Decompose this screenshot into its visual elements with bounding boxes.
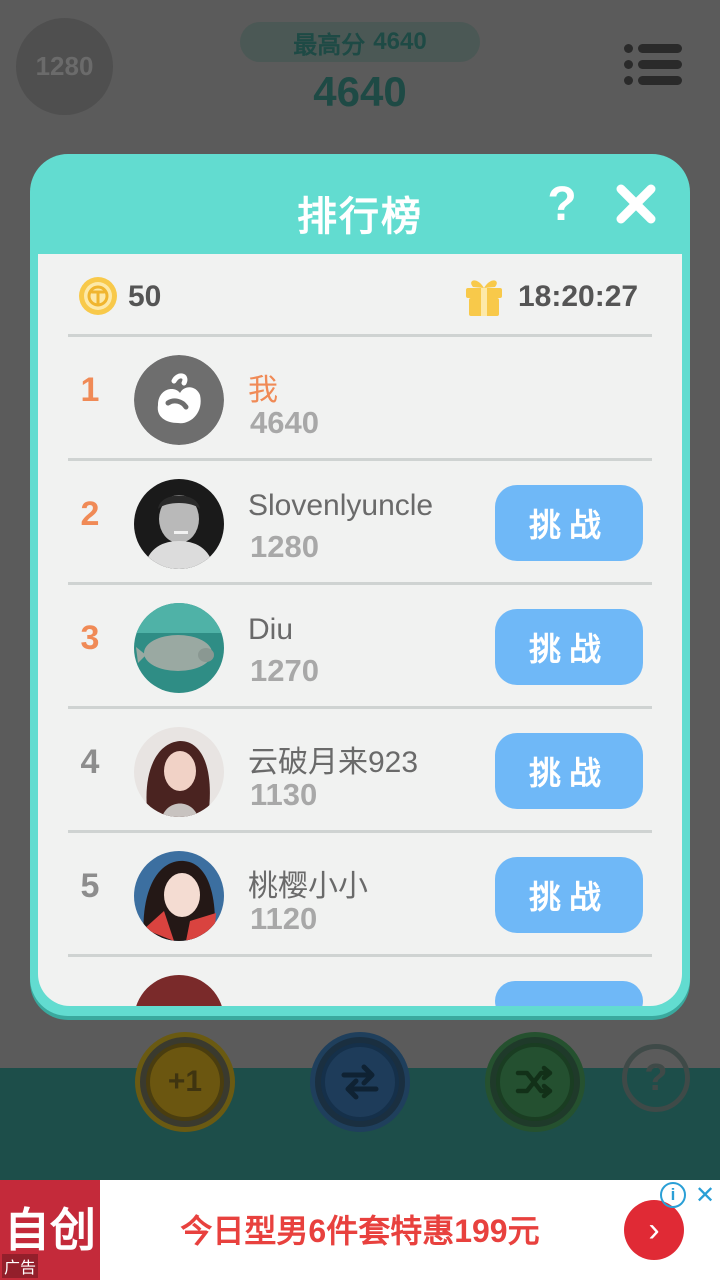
player-name: Slovenlyuncle bbox=[248, 489, 434, 522]
current-score: 4640 bbox=[313, 68, 407, 115]
shuffle-icon bbox=[496, 1043, 574, 1121]
rank-row-partial bbox=[68, 957, 652, 1006]
challenge-button[interactable] bbox=[495, 981, 643, 1006]
rank-row-4: 4 云破月来923 1130 挑战 bbox=[68, 709, 652, 833]
player-score: 1130 bbox=[250, 777, 318, 812]
player-score: 1120 bbox=[250, 901, 318, 936]
reward-timer: 18:20:27 bbox=[518, 280, 639, 313]
player-score: 4640 bbox=[250, 405, 319, 440]
leaderboard-body: 50 18:20:27 1 我 4640 2 Slovenlyuncle 128… bbox=[38, 254, 682, 1006]
best-score-pill: 最高分 4640 bbox=[240, 22, 480, 62]
player-name: 我 bbox=[248, 374, 278, 407]
menu-dot bbox=[624, 60, 633, 69]
menu-bar bbox=[638, 60, 682, 69]
rank-number: 2 bbox=[80, 495, 100, 533]
ad-text[interactable]: 今日型男6件套特惠199元 bbox=[100, 1206, 620, 1252]
gift-icon[interactable] bbox=[463, 274, 505, 318]
avatar-yunpoyuelai bbox=[134, 727, 224, 817]
ad-banner[interactable]: 自创 广告 今日型男6件套特惠199元 › i ✕ bbox=[0, 1180, 720, 1280]
menu-dot bbox=[624, 44, 633, 53]
leaderboard-modal: 排行榜 ? 50 18:20:27 1 我 4640 2 Slovenlyunc… bbox=[30, 154, 690, 1016]
rank-row-5: 5 桃樱小小 1120 挑战 bbox=[68, 833, 652, 957]
player-name: 桃樱小小 bbox=[248, 870, 368, 903]
modal-title: 排行榜 bbox=[297, 195, 423, 239]
ad-label: 广告 bbox=[2, 1254, 39, 1278]
rank-number: 4 bbox=[80, 743, 100, 781]
challenge-button[interactable]: 挑战 bbox=[495, 609, 643, 685]
player-score-badge: 1280 bbox=[16, 18, 113, 115]
avatar-me bbox=[134, 355, 224, 445]
challenge-button[interactable]: 挑战 bbox=[495, 733, 643, 809]
ad-close-icon[interactable]: ✕ bbox=[692, 1182, 718, 1209]
best-score-label: 最高分 bbox=[293, 31, 366, 59]
rank-number: 3 bbox=[80, 619, 100, 657]
ad-arrow-icon[interactable]: › bbox=[624, 1200, 684, 1260]
best-score-value: 4640 bbox=[373, 28, 427, 55]
coin-icon bbox=[78, 276, 118, 316]
leaderboard-help-button[interactable]: ? bbox=[542, 178, 582, 231]
swap-button[interactable] bbox=[310, 1032, 410, 1132]
player-score: 1270 bbox=[250, 653, 319, 688]
rank-row-3: 3 Diu 1270 挑战 bbox=[68, 585, 652, 709]
hamburger-menu-icon[interactable] bbox=[624, 42, 682, 88]
rank-list[interactable]: 1 我 4640 2 Slovenlyuncle 1280 挑战 3 Diu 1… bbox=[68, 337, 652, 1006]
avatar-diu bbox=[134, 603, 224, 693]
game-help-button[interactable]: ? bbox=[622, 1044, 690, 1112]
player-score-badge-value: 1280 bbox=[35, 51, 94, 81]
menu-bar bbox=[638, 76, 682, 85]
challenge-button[interactable]: 挑战 bbox=[495, 485, 643, 561]
avatar-taoyingxiaoxiao bbox=[134, 851, 224, 941]
player-name: 云破月来923 bbox=[248, 746, 419, 779]
close-icon[interactable] bbox=[614, 182, 658, 226]
avatar-slovenlyuncle bbox=[134, 479, 224, 569]
rank-number: 5 bbox=[80, 867, 100, 905]
menu-dot bbox=[624, 76, 633, 85]
rank-number: 1 bbox=[80, 371, 100, 409]
plus-one-button[interactable]: +1 bbox=[135, 1032, 235, 1132]
status-row: 50 18:20:27 bbox=[68, 274, 653, 320]
player-name: Diu bbox=[248, 613, 294, 646]
coin-count: 50 bbox=[128, 280, 162, 313]
shuffle-button[interactable] bbox=[485, 1032, 585, 1132]
rank-row-1: 1 我 4640 bbox=[68, 337, 652, 461]
plus-one-label: +1 bbox=[146, 1043, 224, 1121]
menu-bar bbox=[638, 44, 682, 53]
swap-arrows-icon bbox=[321, 1043, 399, 1121]
rank-row-2: 2 Slovenlyuncle 1280 挑战 bbox=[68, 461, 652, 585]
avatar-partial bbox=[134, 975, 224, 1006]
challenge-button[interactable]: 挑战 bbox=[495, 857, 643, 933]
player-score: 1280 bbox=[250, 529, 319, 564]
info-icon[interactable]: i bbox=[660, 1182, 686, 1208]
